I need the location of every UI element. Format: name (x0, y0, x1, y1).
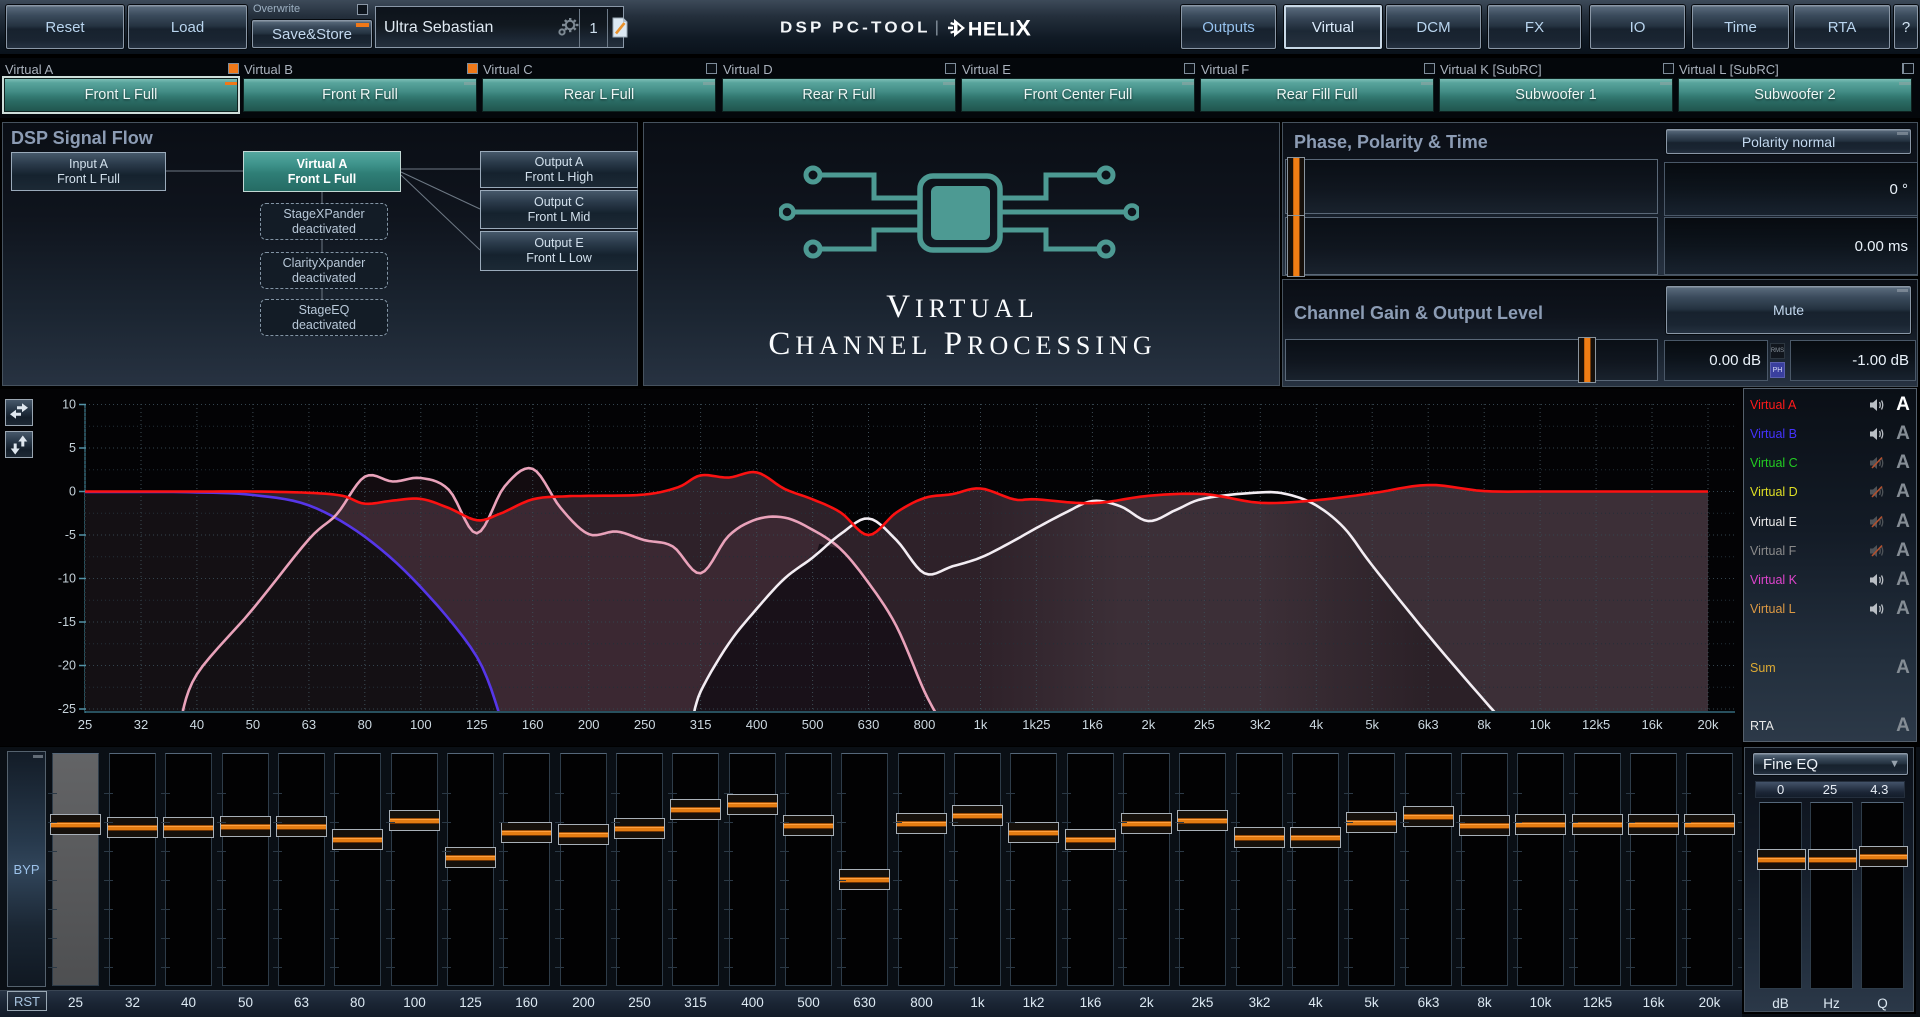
svg-text:2k: 2k (1142, 717, 1156, 732)
svg-text:80: 80 (358, 717, 372, 732)
svg-text:25: 25 (78, 717, 92, 732)
svg-text:-20: -20 (58, 659, 76, 673)
svg-text:32: 32 (134, 717, 148, 732)
svg-text:5k: 5k (1365, 717, 1379, 732)
svg-text:160: 160 (522, 717, 544, 732)
svg-text:-15: -15 (58, 615, 76, 629)
svg-text:250: 250 (634, 717, 656, 732)
svg-text:200: 200 (578, 717, 600, 732)
svg-text:315: 315 (690, 717, 712, 732)
svg-text:1k6: 1k6 (1082, 717, 1103, 732)
svg-text:16k: 16k (1642, 717, 1663, 732)
svg-text:3k2: 3k2 (1250, 717, 1271, 732)
svg-text:6k3: 6k3 (1418, 717, 1439, 732)
svg-text:8k: 8k (1477, 717, 1491, 732)
svg-text:10: 10 (62, 398, 76, 412)
svg-text:2k5: 2k5 (1194, 717, 1215, 732)
svg-text:5: 5 (69, 441, 76, 455)
svg-text:630: 630 (858, 717, 880, 732)
svg-text:50: 50 (246, 717, 260, 732)
svg-text:800: 800 (914, 717, 936, 732)
svg-text:40: 40 (190, 717, 204, 732)
svg-text:-5: -5 (65, 528, 76, 542)
svg-text:1k: 1k (974, 717, 988, 732)
svg-text:100: 100 (410, 717, 432, 732)
svg-text:10k: 10k (1530, 717, 1551, 732)
svg-text:400: 400 (746, 717, 768, 732)
svg-text:-25: -25 (58, 702, 76, 716)
svg-text:63: 63 (302, 717, 316, 732)
svg-text:1k25: 1k25 (1022, 717, 1050, 732)
svg-text:125: 125 (466, 717, 488, 732)
svg-text:4k: 4k (1309, 717, 1323, 732)
svg-text:-10: -10 (58, 572, 76, 586)
svg-text:20k: 20k (1698, 717, 1719, 732)
svg-text:500: 500 (802, 717, 824, 732)
svg-text:12k5: 12k5 (1582, 717, 1610, 732)
svg-text:0: 0 (69, 485, 76, 499)
